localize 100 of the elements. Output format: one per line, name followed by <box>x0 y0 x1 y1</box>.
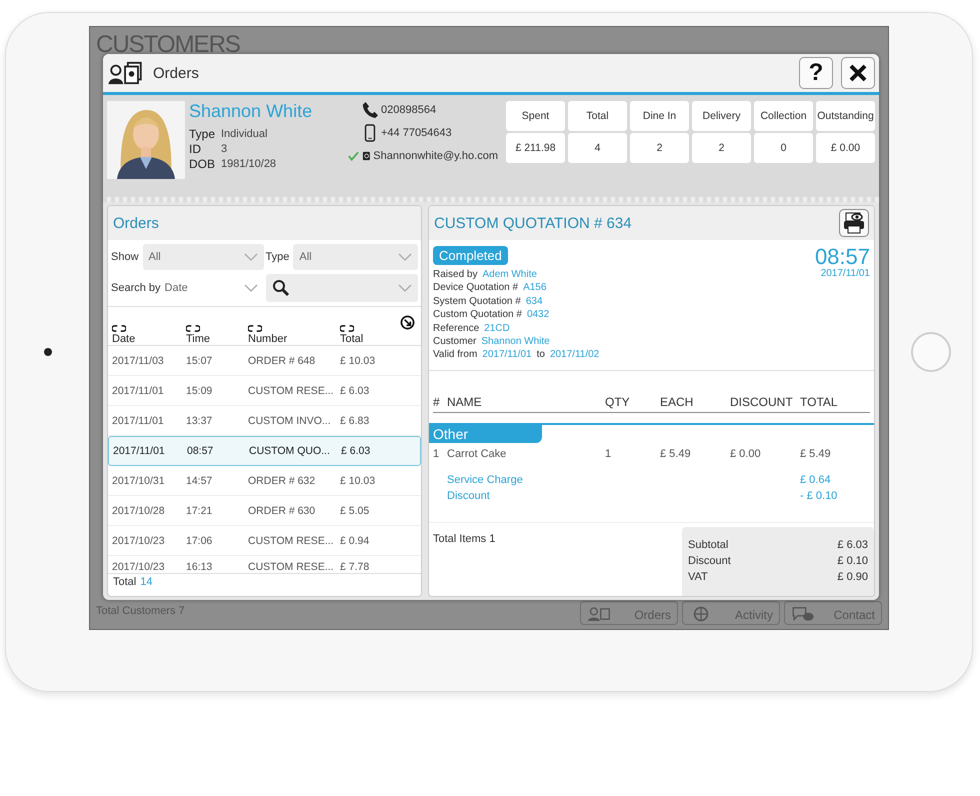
contact-value: +44 77054643 <box>381 127 452 139</box>
chat-icon <box>791 606 815 622</box>
sort-icon <box>112 325 126 332</box>
stat-label: Dine In <box>630 101 689 131</box>
item-discount: £ 0.00 <box>730 448 762 460</box>
column-header: TOTAL <box>800 394 839 409</box>
column-header: QTY <box>605 394 631 409</box>
search-field[interactable] <box>266 274 418 302</box>
total-items: Total Items 1 <box>433 532 496 547</box>
order-row[interactable]: 2017/11/01 15:09 CUSTOM RESE... £ 6.03 <box>108 376 421 406</box>
detail-value: 2017/11/01 <box>482 348 532 362</box>
quotation-time: 08:57 <box>814 246 870 268</box>
camera-icon <box>44 348 52 356</box>
filter-dropdown[interactable]: All <box>142 244 264 270</box>
total-label: Total <box>113 576 136 590</box>
detail-value: 2017/11/02 <box>550 348 600 362</box>
charge-label: Service Charge <box>447 472 524 488</box>
contact-value: 020898564 <box>381 104 436 116</box>
column-header: NAME <box>447 394 483 409</box>
item-qty: 1 <box>605 448 612 460</box>
chevron-down-icon <box>244 253 258 261</box>
order-row[interactable]: 2017/10/23 17:06 CUSTOM RESE... £ 0.94 <box>108 526 421 556</box>
detail-value: A156 <box>523 281 546 295</box>
detail-label: Custom Quotation # <box>433 308 522 322</box>
order-row[interactable]: 2017/10/23 16:13 CUSTOM RESE... £ 7.78 <box>108 556 421 573</box>
detail-label: Raised by <box>433 268 478 282</box>
phone-icon <box>362 101 378 119</box>
detail-value: Shannon White <box>481 335 550 348</box>
summary-value: £ 6.03 <box>837 538 868 553</box>
summary-value: £ 0.10 <box>837 554 868 569</box>
detail-value: 21CD <box>484 322 510 336</box>
help-button[interactable]: ? <box>799 57 833 89</box>
summary-label: VAT <box>688 570 708 585</box>
stat-value: 2 <box>692 133 751 163</box>
filter-label: Search by <box>111 282 161 294</box>
column-header: DISCOUNT <box>730 394 794 409</box>
summary-value: £ 0.90 <box>837 570 868 585</box>
column-header[interactable]: Number <box>248 325 340 345</box>
stat-value: £ 0.00 <box>816 133 875 163</box>
sort-icon <box>248 325 262 332</box>
column-settings-icon[interactable] <box>400 315 415 330</box>
order-row[interactable]: 2017/11/03 15:07 ORDER # 648 £ 10.03 <box>108 346 421 376</box>
field-value: Individual <box>221 127 268 142</box>
field-value: 3 <box>221 142 228 157</box>
close-button[interactable] <box>841 57 875 89</box>
customer-name: Shannon White <box>189 101 314 122</box>
close-icon <box>848 63 868 83</box>
quotation-date: 2017/11/01 <box>820 268 870 279</box>
detail-value: 0432 <box>526 308 550 322</box>
detail-label: Device Quotation # <box>433 281 518 295</box>
item-price: £ 5.49 <box>660 448 692 460</box>
detail-label: to <box>536 348 545 362</box>
summary-label: Subtotal <box>688 538 728 553</box>
detail-value: Adem White <box>482 268 537 282</box>
filter-label: Type <box>266 251 290 263</box>
item-number: 1 <box>433 448 440 460</box>
charge-value: - £ 0.10 <box>800 488 838 504</box>
print-preview-button[interactable] <box>839 209 869 237</box>
stat-value: 4 <box>568 133 627 163</box>
column-header[interactable]: Total <box>340 325 417 345</box>
sort-icon <box>340 325 354 332</box>
stat-label: Spent <box>506 101 565 131</box>
stat-label: Delivery <box>692 101 751 131</box>
column-header[interactable]: Date <box>112 325 186 345</box>
contact-value: Shannonwhite@y.ho.com <box>373 150 498 162</box>
order-row[interactable]: 2017/10/28 17:21 ORDER # 630 £ 5.05 <box>108 496 421 526</box>
detail-label: Reference <box>433 322 480 336</box>
dialog-title: Orders <box>153 64 200 82</box>
detail-label: Customer <box>433 335 476 348</box>
charge-value: £ 0.64 <box>800 472 832 488</box>
detail-value: 634 <box>526 294 543 308</box>
app-title: CUSTOMERS <box>96 31 240 58</box>
stat-label: Total <box>568 101 627 131</box>
charge-label: Discount <box>447 488 491 504</box>
filter-dropdown[interactable]: Date <box>164 275 264 301</box>
filter-dropdown[interactable]: All <box>293 244 418 270</box>
chevron-down-icon <box>398 284 412 292</box>
stat-value: £ 211.98 <box>506 133 565 163</box>
detail-label: System Quotation # <box>433 294 521 308</box>
field-value: 1981/10/28 <box>221 157 276 172</box>
stat-value: 0 <box>754 133 813 163</box>
column-header: EACH <box>660 394 694 409</box>
people-icon <box>587 606 611 622</box>
stat-label: Outstanding <box>816 101 875 131</box>
total-count: 14 <box>140 576 152 590</box>
quotation-title: CUSTOM QUOTATION # 634 <box>434 214 633 232</box>
column-header[interactable]: Time <box>186 325 248 345</box>
stat-label: Collection <box>754 101 813 131</box>
chevron-down-icon <box>244 284 258 292</box>
stat-value: 2 <box>630 133 689 163</box>
status-badge: Completed <box>433 246 508 265</box>
search-icon <box>272 279 290 297</box>
item-total: £ 5.49 <box>800 448 832 460</box>
order-row[interactable]: 2017/10/31 14:57 ORDER # 632 £ 10.03 <box>108 466 421 496</box>
field-label: ID <box>189 142 202 157</box>
filter-label: Show <box>111 251 139 263</box>
order-row[interactable]: 2017/11/01 08:57 CUSTOM QUO... £ 6.03 <box>108 436 421 466</box>
panel-title: Orders <box>113 214 160 232</box>
chevron-down-icon <box>398 253 412 261</box>
item-name: Carrot Cake <box>447 448 508 460</box>
